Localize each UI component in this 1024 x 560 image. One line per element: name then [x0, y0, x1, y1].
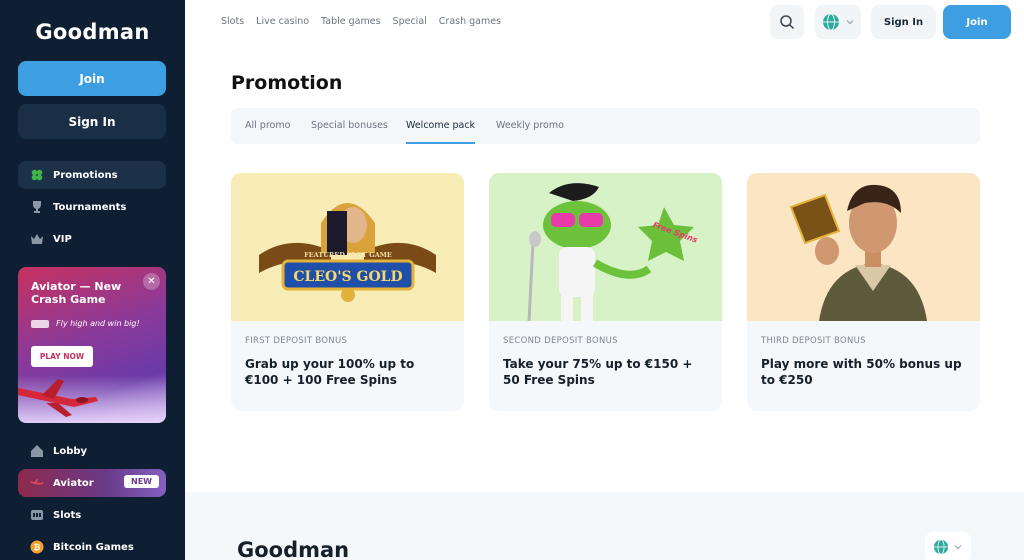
- plane-icon: [18, 379, 98, 417]
- card-title: Play more with 50% bonus up to €250: [761, 357, 962, 387]
- card-kicker: SECOND DEPOSIT BONUS: [503, 336, 618, 346]
- crown-icon: [30, 232, 44, 246]
- globe-icon: [822, 13, 839, 31]
- page-title: Promotion: [231, 72, 343, 94]
- chevron-down-icon: [954, 545, 962, 550]
- promo-card-first-deposit[interactable]: FEATURED SLOT GAME CLEO'S GOLD FIRST DEP…: [231, 173, 464, 411]
- promo-card-third-deposit[interactable]: THIRD DEPOSIT BONUS Play more with 50% b…: [747, 173, 980, 411]
- footer-language-selector[interactable]: [925, 532, 971, 560]
- globe-icon: [933, 539, 949, 555]
- footer: Goodman: [185, 492, 1024, 560]
- new-badge: NEW: [124, 475, 159, 488]
- bitcoin-icon: ₿: [30, 540, 44, 554]
- sidebar-item-label: Tournaments: [53, 201, 127, 213]
- promo-tagline: Fly high and win big!: [31, 319, 140, 328]
- footer-brand-logo[interactable]: Goodman: [237, 538, 349, 560]
- promo-tabs: All promo Special bonuses Welcome pack W…: [231, 108, 980, 144]
- brand-logo[interactable]: Goodman: [0, 20, 185, 44]
- sidebar: Goodman Join Sign In Promotions Tourname…: [0, 0, 185, 560]
- nav-link-special[interactable]: Special: [393, 16, 427, 27]
- banner-game-title: CLEO'S GOLD: [293, 269, 402, 285]
- play-now-button[interactable]: PLAY NOW: [31, 346, 93, 367]
- sidebar-item-lobby[interactable]: Lobby: [18, 437, 166, 465]
- sidebar-item-label: VIP: [53, 233, 72, 245]
- card-title: Take your 75% up to €150 + 50 Free Spins: [503, 357, 693, 387]
- explorer-book-image: [747, 173, 980, 321]
- language-selector[interactable]: [815, 5, 861, 39]
- aviator-promo-card[interactable]: Aviator — New Crash Game ✕ Fly high and …: [18, 267, 166, 423]
- nav-link-live-casino[interactable]: Live casino: [256, 16, 309, 27]
- sidebar-item-slots[interactable]: Slots: [18, 501, 166, 529]
- card-kicker: FIRST DEPOSIT BONUS: [245, 336, 348, 346]
- tab-special-bonuses[interactable]: Special bonuses: [311, 120, 388, 131]
- nav-link-table-games[interactable]: Table games: [321, 16, 381, 27]
- nav-link-slots[interactable]: Slots: [221, 16, 244, 27]
- aviator-logo-icon: [31, 319, 49, 328]
- sidebar-item-label: Lobby: [53, 445, 88, 457]
- join-button[interactable]: Join: [943, 5, 1011, 39]
- sign-in-button[interactable]: Sign In: [18, 104, 166, 139]
- search-button[interactable]: [770, 5, 804, 39]
- promo-card-second-deposit[interactable]: Free Spins SECOND DEPOSIT BONUS Take you…: [489, 173, 722, 411]
- slot-icon: [30, 508, 44, 522]
- tab-welcome-pack[interactable]: Welcome pack: [406, 120, 475, 131]
- sidebar-item-vip[interactable]: VIP: [18, 225, 166, 253]
- sidebar-item-promotions[interactable]: Promotions: [18, 161, 166, 189]
- promo-title: Aviator — New Crash Game: [31, 280, 122, 306]
- sidebar-item-bitcoin-games[interactable]: ₿ Bitcoin Games: [18, 533, 166, 560]
- top-nav: Slots Live casino Table games Special Cr…: [221, 16, 501, 27]
- close-icon[interactable]: ✕: [143, 273, 160, 290]
- sidebar-item-label: Promotions: [53, 169, 118, 181]
- tab-weekly-promo[interactable]: Weekly promo: [496, 120, 564, 131]
- sidebar-item-aviator[interactable]: Aviator NEW: [18, 469, 166, 497]
- card-kicker: THIRD DEPOSIT BONUS: [761, 336, 866, 346]
- clover-icon: [30, 168, 44, 182]
- search-icon: [780, 15, 795, 30]
- top-bar: Slots Live casino Table games Special Cr…: [185, 0, 1024, 44]
- house-icon: [30, 444, 44, 458]
- active-tab-indicator: [406, 142, 475, 144]
- sidebar-item-label: Bitcoin Games: [53, 541, 134, 553]
- banner-subtext: FEATURED SLOT GAME: [304, 251, 392, 259]
- cleos-gold-banner-image: FEATURED SLOT GAME CLEO'S GOLD: [231, 173, 464, 321]
- sidebar-item-label: Slots: [53, 509, 82, 521]
- sidebar-item-tournaments[interactable]: Tournaments: [18, 193, 166, 221]
- sign-in-button[interactable]: Sign In: [871, 5, 936, 39]
- join-button[interactable]: Join: [18, 61, 166, 96]
- card-title: Grab up your 100% up to €100 + 100 Free …: [245, 357, 415, 387]
- chevron-down-icon: [846, 20, 853, 25]
- nav-link-crash-games[interactable]: Crash games: [439, 16, 501, 27]
- sidebar-item-label: Aviator: [53, 477, 94, 489]
- svg-text:₿: ₿: [34, 543, 41, 552]
- frog-free-spins-image: Free Spins: [489, 173, 722, 321]
- tab-all-promo[interactable]: All promo: [245, 120, 290, 131]
- trophy-icon: [30, 200, 44, 214]
- plane-icon: [30, 476, 44, 490]
